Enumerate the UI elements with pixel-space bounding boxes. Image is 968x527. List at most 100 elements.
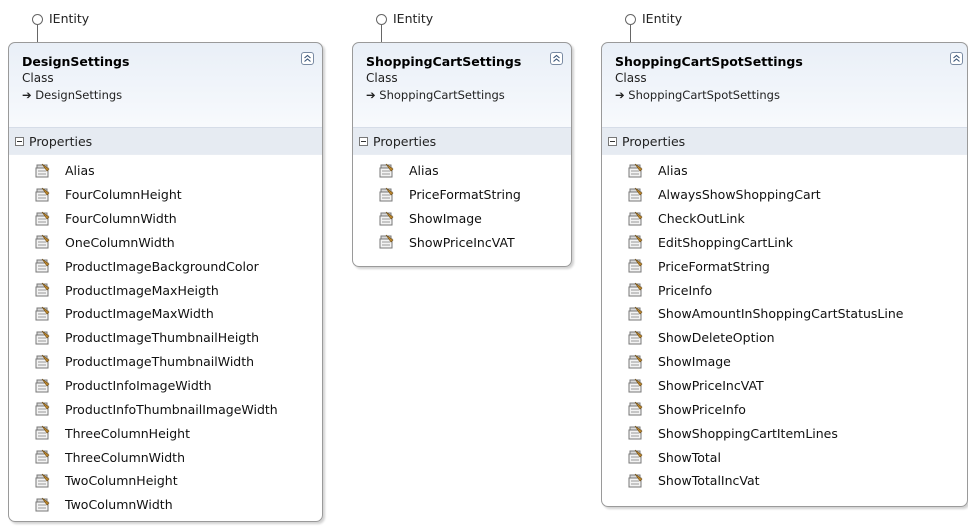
property-item[interactable]: PriceFormatString (353, 183, 571, 207)
property-item[interactable]: FourColumnHeight (9, 183, 322, 207)
property-item[interactable]: ProductImageBackgroundColor (9, 254, 322, 278)
property-icon (628, 330, 643, 345)
class-name: DesignSettings (22, 54, 130, 69)
property-name: Alias (65, 163, 95, 179)
property-item[interactable]: PriceInfo (602, 278, 967, 302)
collapse-chevron-icon[interactable] (550, 52, 563, 65)
property-item[interactable]: ProductImageMaxWidth (9, 302, 322, 326)
property-item[interactable]: Alias (602, 159, 967, 183)
property-item[interactable]: TwoColumnWidth (9, 493, 322, 517)
property-name: PriceFormatString (658, 258, 770, 274)
property-item[interactable]: Alias (353, 159, 571, 183)
class-shape-design-settings[interactable]: DesignSettings Class ➔ DesignSettings Pr… (8, 42, 323, 522)
property-item[interactable]: ShowPriceInfo (602, 397, 967, 421)
base-class: ➔ ShoppingCartSpotSettings (615, 87, 967, 103)
interface-circle-icon (32, 14, 43, 25)
property-icon (35, 497, 50, 512)
properties-section-header[interactable]: Properties (353, 127, 571, 155)
property-name: TwoColumnHeight (65, 473, 178, 489)
property-icon (35, 354, 50, 369)
base-class-name: ShoppingCartSettings (379, 88, 505, 102)
class-shape-shopping-cart-spot-settings[interactable]: ShoppingCartSpotSettings Class ➔ Shoppin… (601, 42, 968, 507)
property-icon (628, 187, 643, 202)
property-list: Alias FourColumnHeight FourColumnWidth O… (9, 155, 322, 517)
property-item[interactable]: ProductInfoThumbnailImageWidth (9, 397, 322, 421)
property-name: ProductImageThumbnailHeigth (65, 330, 260, 346)
property-name: ShowImage (409, 211, 482, 227)
collapse-chevron-icon[interactable] (950, 52, 963, 65)
collapse-minus-icon[interactable] (359, 136, 368, 146)
property-name: ShowShoppingCartItemLines (658, 425, 838, 441)
property-name: ProductImageMaxWidth (65, 306, 214, 322)
property-list: Alias AlwaysShowShoppingCart CheckOutLin… (602, 155, 967, 493)
property-item[interactable]: AlwaysShowShoppingCart (602, 183, 967, 207)
interface-label: IEntity (49, 11, 90, 26)
class-header[interactable]: ShoppingCartSettings Class ➔ ShoppingCar… (353, 43, 571, 127)
section-label: Properties (373, 133, 437, 149)
property-icon (35, 402, 50, 416)
property-icon (628, 354, 643, 369)
property-item[interactable]: CheckOutLink (602, 207, 967, 231)
property-icon (628, 282, 643, 297)
property-name: ShowPriceInfo (658, 401, 746, 417)
interface-connector (37, 25, 38, 43)
property-item[interactable]: ProductInfoImageWidth (9, 374, 322, 398)
interface-label: IEntity (642, 11, 683, 26)
property-item[interactable]: ShowTotal (602, 445, 967, 469)
collapse-minus-icon[interactable] (15, 136, 24, 146)
property-icon (35, 211, 50, 226)
property-item[interactable]: TwoColumnHeight (9, 469, 322, 493)
class-name: ShoppingCartSpotSettings (615, 54, 803, 69)
property-item[interactable]: EditShoppingCartLink (602, 231, 967, 255)
property-icon (628, 473, 643, 488)
property-item[interactable]: ProductImageThumbnailHeigth (9, 326, 322, 350)
property-name: CheckOutLink (658, 211, 745, 227)
property-list: Alias PriceFormatString ShowImage ShowPr… (353, 155, 571, 254)
class-kind: Class (366, 71, 398, 85)
property-name: EditShoppingCartLink (658, 234, 793, 250)
class-shape-shopping-cart-settings[interactable]: ShoppingCartSettings Class ➔ ShoppingCar… (352, 42, 572, 267)
property-name: Alias (658, 163, 688, 179)
property-name: ShowTotalIncVat (658, 473, 760, 489)
property-name: ShowAmountInShoppingCartStatusLine (658, 306, 904, 322)
property-item[interactable]: ShowTotalIncVat (602, 469, 967, 493)
property-name: ShowPriceIncVAT (658, 378, 764, 394)
properties-section-header[interactable]: Properties (602, 127, 967, 155)
property-item[interactable]: ShowPriceIncVAT (353, 231, 571, 255)
property-name: ProductImageMaxHeigth (65, 282, 219, 298)
property-name: FourColumnHeight (65, 187, 182, 203)
property-item[interactable]: ThreeColumnWidth (9, 445, 322, 469)
property-item[interactable]: ShowImage (353, 207, 571, 231)
property-item[interactable]: ProductImageMaxHeigth (9, 278, 322, 302)
property-name: ShowTotal (658, 449, 721, 465)
property-icon (628, 259, 643, 273)
property-item[interactable]: ShowPriceIncVAT (602, 374, 967, 398)
property-name: ShowDeleteOption (658, 330, 775, 346)
property-item[interactable]: ShowDeleteOption (602, 326, 967, 350)
property-name: FourColumnWidth (65, 211, 177, 227)
section-label: Properties (622, 133, 686, 149)
property-item[interactable]: Alias (9, 159, 322, 183)
property-item[interactable]: OneColumnWidth (9, 231, 322, 255)
property-item[interactable]: ProductImageThumbnailWidth (9, 350, 322, 374)
property-icon (35, 259, 50, 273)
interface-circle-icon (625, 14, 636, 25)
collapse-chevron-icon[interactable] (301, 52, 314, 65)
property-icon (379, 187, 394, 202)
class-header[interactable]: ShoppingCartSpotSettings Class ➔ Shoppin… (602, 43, 967, 127)
property-name: ShowImage (658, 354, 731, 370)
property-icon (35, 378, 50, 393)
property-item[interactable]: ShowShoppingCartItemLines (602, 421, 967, 445)
property-item[interactable]: ShowImage (602, 350, 967, 374)
property-icon (628, 378, 643, 393)
collapse-minus-icon[interactable] (608, 136, 617, 146)
interface-connector (381, 25, 382, 43)
property-item[interactable]: FourColumnWidth (9, 207, 322, 231)
property-item[interactable]: PriceFormatString (602, 254, 967, 278)
base-class-name: ShoppingCartSpotSettings (628, 88, 780, 102)
properties-section-header[interactable]: Properties (9, 127, 322, 155)
property-name: TwoColumnWidth (65, 497, 173, 513)
class-header[interactable]: DesignSettings Class ➔ DesignSettings (9, 43, 322, 127)
property-item[interactable]: ThreeColumnHeight (9, 421, 322, 445)
property-item[interactable]: ShowAmountInShoppingCartStatusLine (602, 302, 967, 326)
